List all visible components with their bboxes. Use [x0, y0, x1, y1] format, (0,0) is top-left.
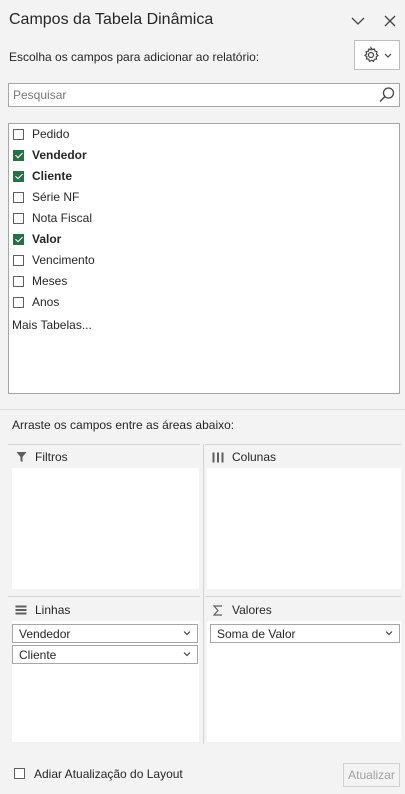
area-item-label: Cliente	[19, 647, 57, 662]
field-label: Vendedor	[32, 148, 87, 162]
collapse-button[interactable]	[349, 12, 367, 30]
field-checkbox[interactable]	[13, 149, 24, 161]
field-item-serie-nf[interactable]: Série NF	[13, 187, 313, 207]
field-label: Nota Fiscal	[32, 211, 93, 225]
area-separator	[8, 444, 200, 445]
area-separator	[8, 596, 200, 597]
chevron-down-icon	[183, 652, 191, 657]
area-separator	[205, 596, 401, 597]
sigma-icon	[211, 604, 225, 616]
filters-drop-zone[interactable]	[12, 468, 199, 589]
area-separator	[205, 444, 401, 445]
field-list[interactable]: Pedido Vendedor Cliente Série NF Nota Fi…	[8, 123, 400, 394]
search-box	[8, 83, 400, 107]
field-label: Anos	[32, 295, 60, 309]
area-title-rows: Linhas	[14, 603, 70, 617]
close-button[interactable]	[381, 12, 399, 30]
field-item-vencimento[interactable]: Vencimento	[13, 250, 313, 270]
field-checkbox[interactable]	[13, 170, 24, 182]
field-checkbox[interactable]	[13, 275, 24, 287]
chevron-down-icon	[351, 17, 365, 25]
area-label: Linhas	[35, 603, 71, 617]
rows-item-vendedor[interactable]: Vendedor	[12, 624, 198, 643]
gear-icon	[364, 46, 379, 63]
area-label: Valores	[232, 603, 272, 617]
area-item-label: Soma de Valor	[217, 626, 296, 641]
rows-item-cliente[interactable]: Cliente	[12, 645, 198, 664]
field-checkbox[interactable]	[13, 212, 24, 224]
field-checkbox[interactable]	[13, 128, 24, 140]
field-label: Pedido	[32, 127, 70, 141]
field-label: Meses	[32, 274, 68, 288]
field-label: Vencimento	[32, 253, 95, 267]
field-item-vendedor[interactable]: Vendedor	[13, 145, 313, 165]
panel-title: Campos da Tabela Dinâmica	[9, 11, 214, 28]
filter-icon	[14, 451, 28, 463]
field-item-anos[interactable]: Anos	[13, 292, 313, 312]
columns-drop-zone[interactable]	[207, 468, 401, 589]
drag-hint: Arraste os campos entre as áreas abaixo:	[12, 418, 235, 432]
update-button: Atualizar	[343, 763, 400, 787]
area-label: Colunas	[232, 450, 277, 464]
field-item-nota-fiscal[interactable]: Nota Fiscal	[13, 208, 313, 228]
area-item-label: Vendedor	[19, 626, 71, 641]
field-item-meses[interactable]: Meses	[13, 271, 313, 291]
defer-update-label[interactable]: Adiar Atualização do Layout	[34, 767, 183, 781]
area-title-filters: Filtros	[14, 450, 68, 464]
chevron-down-icon	[183, 631, 191, 636]
chevron-down-icon	[385, 631, 393, 636]
columns-icon	[211, 451, 225, 463]
search-icon[interactable]	[378, 86, 396, 104]
panel-subtitle: Escolha os campos para adicionar ao rela…	[9, 50, 260, 64]
values-item-soma-de-valor[interactable]: Soma de Valor	[210, 624, 400, 643]
close-icon	[384, 15, 396, 27]
chevron-down-icon	[384, 53, 392, 58]
search-input[interactable]	[13, 84, 373, 106]
field-item-cliente[interactable]: Cliente	[13, 166, 313, 186]
more-tables-link[interactable]: Mais Tabelas...	[12, 318, 92, 332]
settings-button[interactable]	[354, 40, 400, 70]
field-item-valor[interactable]: Valor	[13, 229, 313, 249]
field-checkbox[interactable]	[13, 254, 24, 266]
defer-update-checkbox[interactable]	[14, 768, 25, 779]
field-item-pedido[interactable]: Pedido	[13, 124, 313, 144]
area-title-columns: Colunas	[211, 450, 276, 464]
field-checkbox[interactable]	[13, 296, 24, 308]
field-label: Valor	[32, 232, 62, 246]
area-title-values: Valores	[211, 603, 272, 617]
field-checkbox[interactable]	[13, 191, 24, 203]
area-vertical-divider	[203, 444, 204, 744]
area-label: Filtros	[35, 450, 68, 464]
rows-icon	[14, 604, 28, 616]
field-label: Cliente	[32, 169, 73, 183]
field-label: Série NF	[32, 190, 80, 204]
field-checkbox[interactable]	[13, 233, 24, 245]
section-divider	[0, 409, 405, 410]
